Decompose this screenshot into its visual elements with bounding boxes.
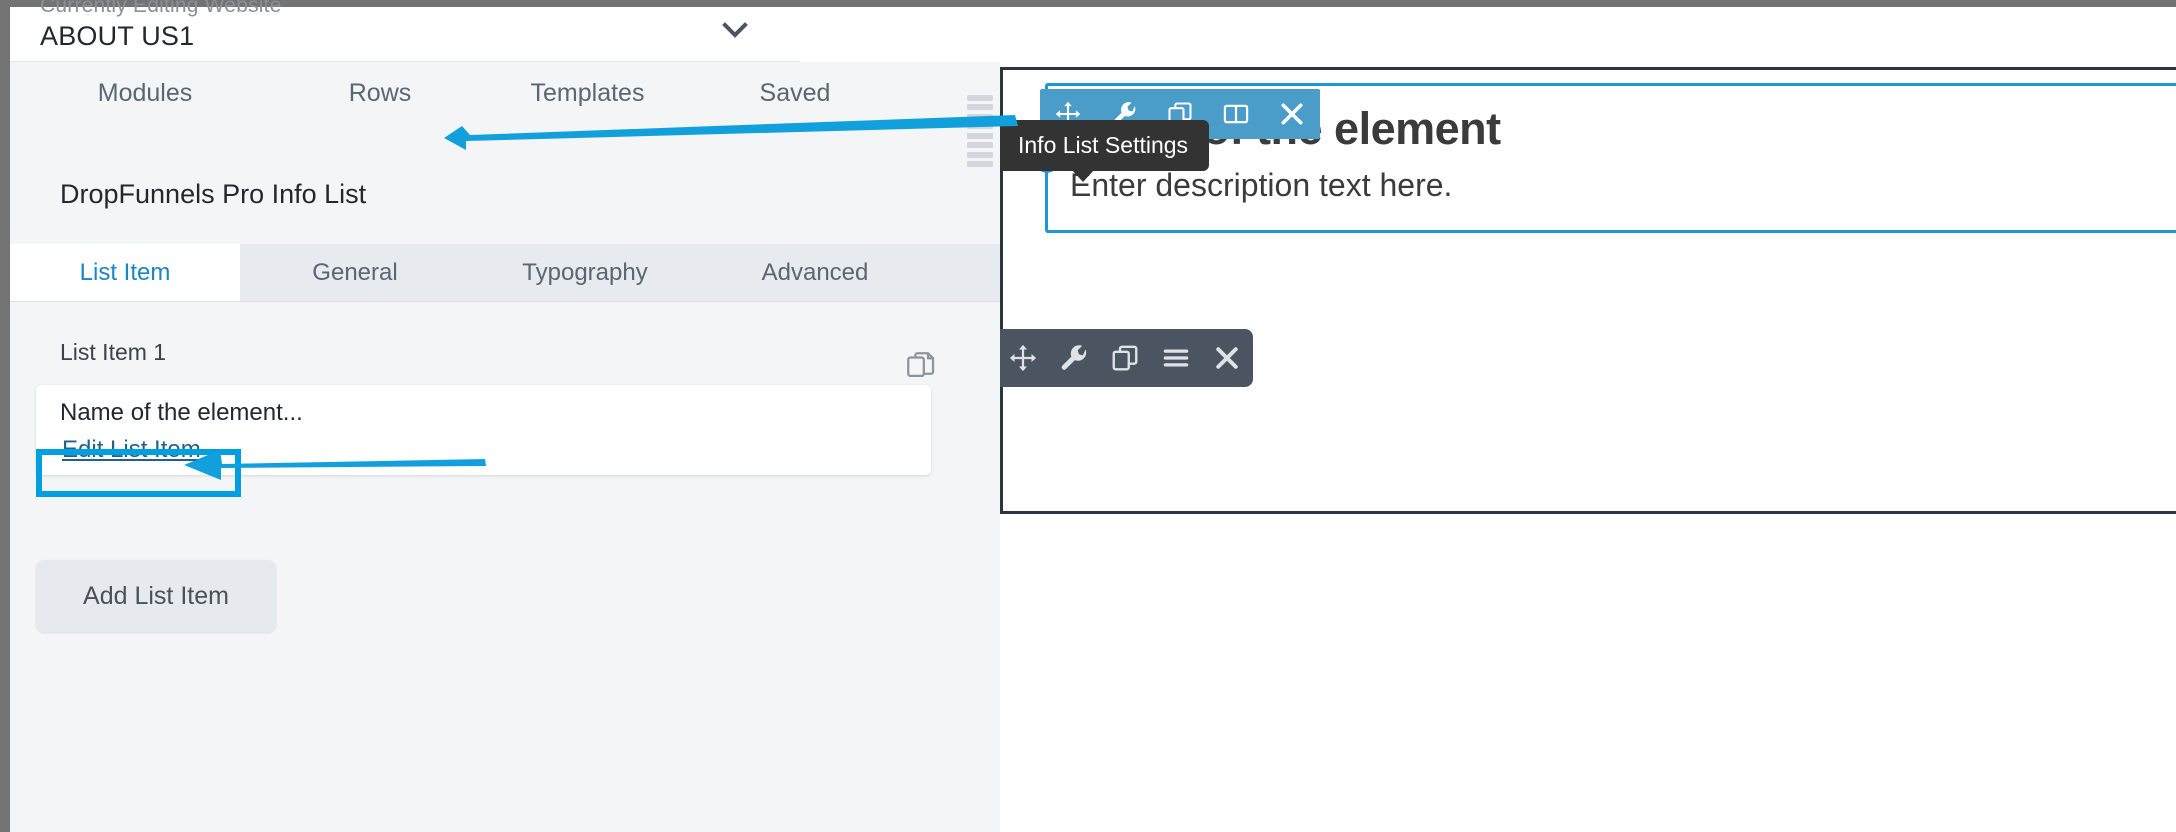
tab-typography[interactable]: Typography [470, 244, 700, 301]
move-icon [1008, 343, 1038, 373]
list-item-card[interactable]: Name of the element... Edit List Item [36, 385, 931, 475]
page-title: ABOUT US1 [40, 21, 195, 51]
row-toolbar [1000, 329, 1253, 387]
row-menu-button[interactable] [1150, 329, 1201, 387]
page-canvas: Name of the element Enter description te… [1000, 7, 2176, 832]
module-settings-title: DropFunnels Pro Info List [60, 179, 367, 209]
remove-row-button[interactable] [1201, 329, 1252, 387]
window-chrome-top [0, 0, 2176, 7]
row-settings-button[interactable] [1048, 329, 1099, 387]
module-columns-button[interactable] [1208, 89, 1264, 139]
columns-icon [1222, 100, 1250, 128]
edit-list-item-link[interactable]: Edit List Item [62, 436, 201, 464]
module-description-text: Enter description text here. [1070, 167, 1453, 203]
drag-handle-icon[interactable] [967, 95, 993, 167]
duplicate-row-button[interactable] [1099, 329, 1150, 387]
module-toolbar: Info List Settings [1000, 89, 1320, 182]
builder-settings-panel: Currently Editing Website ABOUT US1 Modu… [10, 0, 1000, 832]
window-chrome-left [0, 0, 10, 832]
chevron-down-icon[interactable] [718, 13, 752, 47]
add-list-item-button[interactable]: Add List Item [36, 560, 276, 632]
nav-tab-modules[interactable]: Modules [10, 79, 280, 108]
copy-icon[interactable] [904, 349, 938, 383]
panel-header-filler [800, 7, 1000, 62]
duplicate-icon [1110, 343, 1140, 373]
close-icon [1278, 100, 1306, 128]
tab-advanced[interactable]: Advanced [700, 244, 930, 301]
nav-tab-templates[interactable]: Templates [480, 79, 695, 108]
close-icon [1212, 343, 1242, 373]
nav-tab-saved[interactable]: Saved [695, 79, 895, 108]
builder-nav-tabs: Modules Rows Templates Saved [10, 63, 1000, 123]
module-settings-tooltip: Info List Settings [1000, 120, 1210, 182]
tab-list-item[interactable]: List Item [10, 244, 240, 301]
tab-general[interactable]: General [240, 244, 470, 301]
list-item-label: List Item 1 [60, 339, 167, 365]
panel-header: Currently Editing Website ABOUT US1 [10, 0, 800, 62]
builder-screen: Currently Editing Website ABOUT US1 Modu… [0, 0, 2176, 832]
remove-module-button[interactable] [1264, 89, 1320, 139]
list-item-name: Name of the element... [60, 399, 303, 426]
wrench-icon [1059, 343, 1089, 373]
menu-icon [1161, 343, 1191, 373]
move-row-button[interactable] [1000, 329, 1048, 387]
settings-sub-tabs: List Item General Typography Advanced [10, 244, 1000, 302]
currently-editing-label: Currently Editing Website [40, 0, 282, 17]
nav-tab-rows[interactable]: Rows [280, 79, 480, 108]
